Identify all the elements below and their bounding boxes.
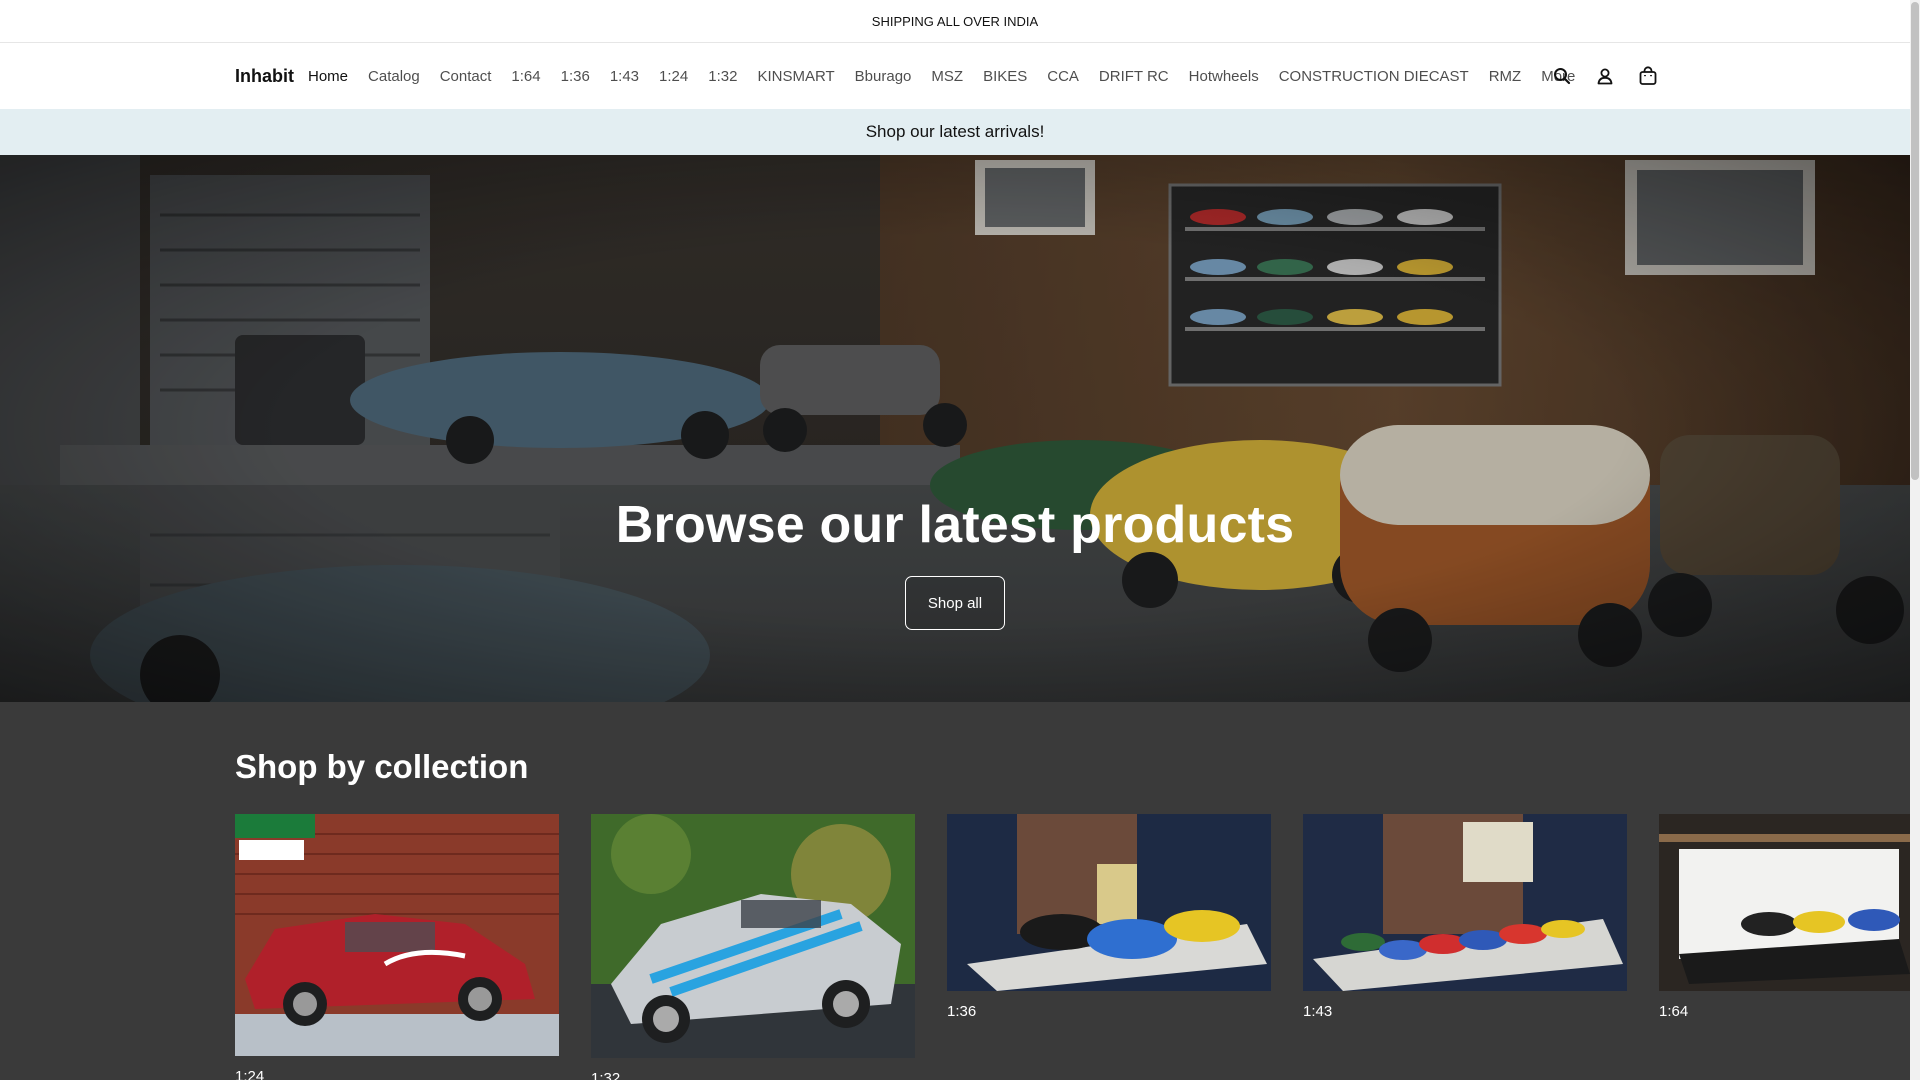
nav-contact[interactable]: Contact [440,68,492,85]
scrollbar-thumb[interactable] [1911,2,1919,480]
collection-image[interactable] [1303,814,1627,991]
hero-title: Browse our latest products [615,496,1295,554]
main-nav: Home Catalog Contact 1:64 1:36 1:43 1:24… [308,43,1575,109]
shop-by-collection: Shop by collection 1:24 1:32 1:36 1:43 1… [0,702,1910,1080]
collection-image[interactable] [947,814,1271,991]
nav-1-36[interactable]: 1:36 [561,68,590,85]
collection-label[interactable]: 1:64 [1659,1003,1920,1020]
collection-image[interactable] [1659,814,1910,991]
nav-hotwheels[interactable]: Hotwheels [1189,68,1259,85]
promo-bar: Shop our latest arrivals! [0,109,1910,155]
nav-cca[interactable]: CCA [1047,68,1079,85]
nav-msz[interactable]: MSZ [931,68,963,85]
announcement-bar: SHIPPING ALL OVER INDIA [0,0,1910,43]
collection-card-1-24[interactable]: 1:24 [235,814,559,1080]
cart-icon[interactable] [1637,66,1658,87]
nav-construction-diecast[interactable]: CONSTRUCTION DIECAST [1279,68,1469,85]
shop-all-button[interactable]: Shop all [905,576,1005,630]
store-logo[interactable]: Inhabit [235,43,294,109]
promo-text[interactable]: Shop our latest arrivals! [866,122,1045,142]
nav-drift-rc[interactable]: DRIFT RC [1099,68,1169,85]
announcement-text: SHIPPING ALL OVER INDIA [871,13,1039,29]
hero-banner: Browse our latest products Shop all [0,155,1910,702]
nav-1-43[interactable]: 1:43 [610,68,639,85]
collection-card-1-32[interactable]: 1:32 [591,814,915,1080]
site-header: Inhabit Home Catalog Contact 1:64 1:36 1… [0,43,1910,109]
nav-kinsmart[interactable]: KINSMART [757,68,834,85]
collection-label[interactable]: 1:43 [1303,1003,1627,1020]
collection-image[interactable] [591,814,915,1058]
collection-card-1-36[interactable]: 1:36 [947,814,1271,1020]
header-icons [1551,43,1658,109]
account-icon[interactable] [1594,66,1615,87]
nav-catalog[interactable]: Catalog [368,68,420,85]
nav-1-32[interactable]: 1:32 [708,68,737,85]
collection-card-1-43[interactable]: 1:43 [1303,814,1627,1020]
nav-home[interactable]: Home [308,68,348,85]
nav-rmz[interactable]: RMZ [1489,68,1522,85]
collection-image[interactable] [235,814,559,1056]
nav-1-64[interactable]: 1:64 [511,68,540,85]
collection-label[interactable]: 1:36 [947,1003,1271,1020]
collection-card-1-64[interactable]: 1:64 [1659,814,1920,1020]
section-title: Shop by collection [235,748,529,785]
page-scrollbar[interactable] [1910,0,1920,1080]
nav-bburago[interactable]: Bburago [855,68,912,85]
collection-label[interactable]: 1:32 [591,1070,915,1080]
nav-1-24[interactable]: 1:24 [659,68,688,85]
search-icon[interactable] [1551,66,1572,87]
nav-bikes[interactable]: BIKES [983,68,1027,85]
collection-label[interactable]: 1:24 [235,1068,559,1080]
